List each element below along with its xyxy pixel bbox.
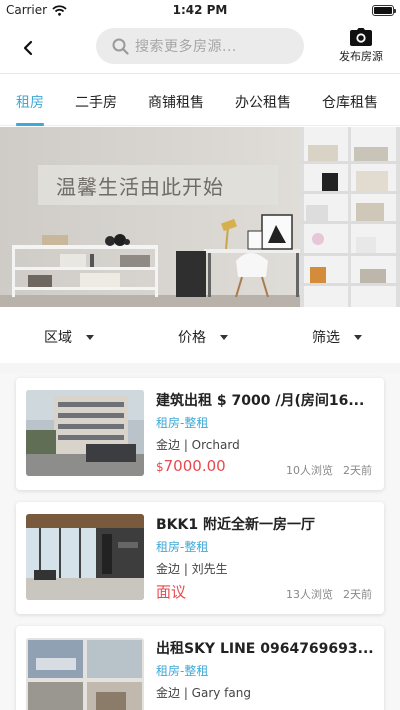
section-divider bbox=[0, 363, 400, 373]
listing-card[interactable]: 出租SKY LINE 0964769693... 租房-整租 金边 | Gary… bbox=[16, 626, 384, 710]
tab-warehouse-lease[interactable]: 仓库租售 bbox=[322, 92, 378, 112]
banner-room-image bbox=[0, 127, 400, 307]
listing-posted: 2天前 bbox=[343, 588, 372, 601]
listing-location: 金边 | Gary fang bbox=[156, 686, 251, 700]
price-value: 7000.00 bbox=[163, 457, 226, 475]
listing-card[interactable]: BKK1 附近全新一房一厅 租房-整租 金边 | 刘先生 面议 13人浏览 2天… bbox=[16, 502, 384, 614]
listing-posted: 2天前 bbox=[343, 464, 372, 477]
category-tabs: 租房 二手房 商铺租售 办公租售 仓库租售 bbox=[0, 74, 400, 126]
price-value: 面议 bbox=[156, 583, 187, 601]
listing-views: 13人浏览 bbox=[286, 588, 333, 601]
status-bar: Carrier 1:42 PM bbox=[0, 0, 400, 22]
tab-indicator bbox=[16, 123, 44, 126]
filter-area[interactable]: 区域 bbox=[44, 327, 94, 347]
nav-bar: 搜索更多房源... 发布房源 bbox=[0, 22, 400, 74]
caret-down-icon bbox=[354, 334, 362, 340]
back-button[interactable] bbox=[14, 34, 42, 62]
filter-more[interactable]: 筛选 bbox=[312, 327, 362, 347]
promo-banner[interactable]: 温馨生活由此开始 bbox=[0, 127, 400, 307]
listing-category: 租房-整租 bbox=[156, 540, 209, 554]
listing-title: BKK1 附近全新一房一厅 bbox=[156, 517, 315, 533]
status-time: 1:42 PM bbox=[172, 3, 228, 17]
tab-shop-lease[interactable]: 商铺租售 bbox=[148, 92, 204, 112]
listing-category: 租房-整租 bbox=[156, 664, 209, 678]
filter-bar: 区域 价格 筛选 bbox=[0, 307, 400, 363]
filter-price[interactable]: 价格 bbox=[178, 327, 228, 347]
listing-photo bbox=[26, 514, 144, 600]
battery-icon bbox=[372, 5, 396, 16]
tab-office-lease[interactable]: 办公租售 bbox=[235, 92, 291, 112]
listing-meta: 10人浏览 2天前 bbox=[286, 462, 372, 478]
publish-label: 发布房源 bbox=[339, 50, 383, 63]
tab-rent[interactable]: 租房 bbox=[16, 92, 44, 112]
filter-price-label: 价格 bbox=[178, 330, 206, 346]
caret-down-icon bbox=[220, 334, 228, 340]
listing-price: $7000.00 bbox=[156, 457, 226, 475]
camera-icon bbox=[350, 28, 372, 46]
search-input[interactable]: 搜索更多房源... bbox=[96, 28, 304, 64]
listing-title: 出租SKY LINE 0964769693... bbox=[156, 641, 374, 657]
caret-down-icon bbox=[86, 334, 94, 340]
listing-card[interactable]: 建筑出租 $ 7000 /月(房间16... 租房-整租 金边 | Orchar… bbox=[16, 378, 384, 490]
chevron-left-icon bbox=[23, 40, 33, 56]
listing-title: 建筑出租 $ 7000 /月(房间16... bbox=[156, 393, 365, 409]
listing-price: 面议 bbox=[156, 581, 186, 602]
filter-more-label: 筛选 bbox=[312, 330, 340, 346]
filter-area-label: 区域 bbox=[44, 330, 72, 346]
listing-location: 金边 | Orchard bbox=[156, 438, 240, 452]
search-icon bbox=[112, 38, 129, 55]
listing-meta: 13人浏览 2天前 bbox=[286, 586, 372, 602]
search-placeholder: 搜索更多房源... bbox=[135, 39, 237, 55]
price-currency: $ bbox=[156, 460, 164, 474]
listing-photo bbox=[26, 638, 144, 710]
listing-photo bbox=[26, 390, 144, 476]
listing-list[interactable]: 建筑出租 $ 7000 /月(房间16... 租房-整租 金边 | Orchar… bbox=[0, 373, 400, 710]
listing-location: 金边 | 刘先生 bbox=[156, 562, 228, 576]
listing-category: 租房-整租 bbox=[156, 416, 209, 430]
listing-views: 10人浏览 bbox=[286, 464, 333, 477]
tab-second-hand[interactable]: 二手房 bbox=[75, 92, 117, 112]
banner-title: 温馨生活由此开始 bbox=[38, 165, 278, 205]
publish-listing-button[interactable]: 发布房源 bbox=[336, 28, 386, 68]
